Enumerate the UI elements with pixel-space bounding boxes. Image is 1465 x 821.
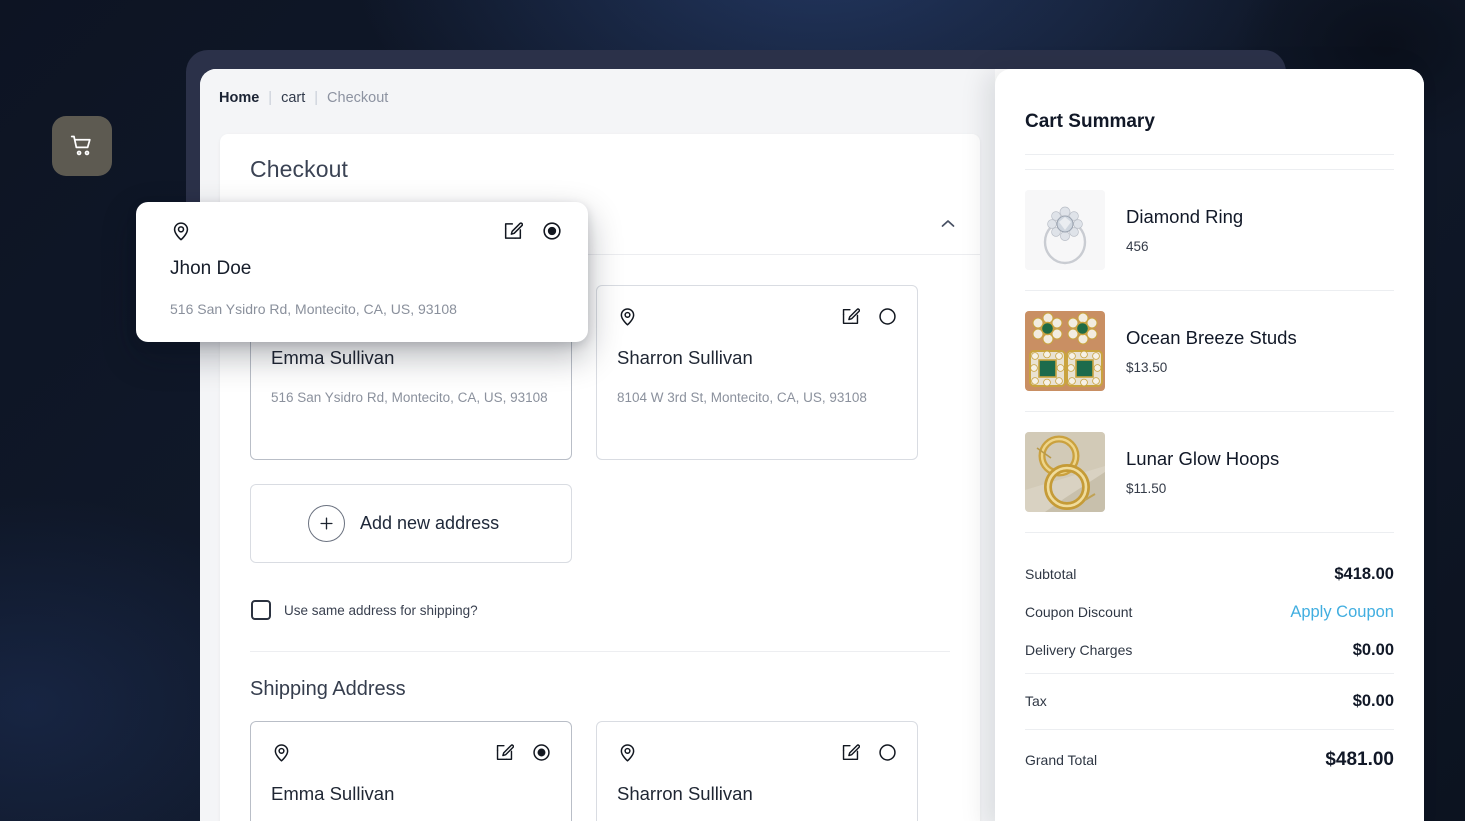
address-card[interactable]: Sharron Sullivan 8104 W 3rd St, Montecit… (596, 721, 918, 821)
floating-address-line: 516 San Ysidro Rd, Montecito, CA, US, 93… (170, 301, 457, 317)
ocean-breeze-studs-photo (1025, 311, 1105, 391)
tax-value: $0.00 (1352, 692, 1394, 710)
address-card-header (617, 306, 897, 327)
diamond-ring-photo (1025, 190, 1105, 270)
cart-summary-panel: Cart Summary Diamond Ring 456 Ocean Bree… (995, 69, 1424, 821)
cart-summary-title: Cart Summary (1025, 111, 1155, 132)
address-card-address: 8104 W 3rd St, Montecito, CA, US, 93108 (617, 390, 867, 405)
edit-square-icon[interactable] (495, 743, 514, 762)
cart-item-thumbnail (1025, 190, 1105, 270)
cart-item-thumbnail (1025, 432, 1105, 512)
tax-row: Tax $0.00 (1025, 674, 1394, 729)
radio-button-icon[interactable] (878, 743, 897, 762)
edit-square-icon[interactable] (841, 743, 860, 762)
floating-address-name: Jhon Doe (170, 258, 252, 279)
address-card-actions (495, 743, 551, 762)
address-card-address: 516 San Ysidro Rd, Montecito, CA, US, 93… (271, 390, 548, 405)
cart-item-info: Ocean Breeze Studs $13.50 (1126, 327, 1297, 375)
apply-coupon-link[interactable]: Apply Coupon (1290, 603, 1394, 622)
breadcrumb: Home | cart | Checkout (200, 69, 995, 106)
map-pin-icon (620, 744, 635, 762)
chevron-up-icon[interactable] (941, 219, 955, 228)
cart-item-price: $13.50 (1126, 360, 1168, 375)
address-card-name: Emma Sullivan (271, 347, 395, 368)
cart-item-name: Diamond Ring (1126, 206, 1244, 227)
address-card-header (617, 742, 897, 763)
plus-icon (320, 517, 333, 530)
grand-total-value: $481.00 (1325, 749, 1394, 770)
address-card-name: Sharron Sullivan (617, 783, 753, 804)
shipping-address-list: Emma Sullivan 516 San Ysidro Rd, Monteci… (220, 701, 980, 821)
address-card-name: Sharron Sullivan (617, 347, 753, 368)
breadcrumb-current: Checkout (327, 90, 389, 106)
delivery-row: Delivery Charges $0.00 (1025, 635, 1394, 673)
use-same-address-checkbox[interactable] (251, 600, 271, 620)
cart-item[interactable]: Diamond Ring 456 (1025, 170, 1394, 291)
radio-button-selected-icon[interactable] (542, 221, 562, 241)
add-new-address-label: Add new address (360, 513, 500, 533)
floating-address-actions (503, 221, 562, 241)
edit-square-icon[interactable] (503, 221, 523, 241)
cart-item-info: Diamond Ring 456 (1126, 206, 1243, 254)
floating-address-card[interactable]: Jhon Doe 516 San Ysidro Rd, Montecito, C… (136, 202, 588, 342)
breadcrumb-home[interactable]: Home (219, 90, 259, 106)
radio-button-icon[interactable] (878, 307, 897, 326)
subtotal-value: $418.00 (1334, 565, 1394, 583)
checkout-pane: Home | cart | Checkout Checkout Emma Sul… (200, 69, 995, 821)
cart-item-name: Lunar Glow Hoops (1126, 448, 1280, 469)
use-same-address-label: Use same address for shipping? (284, 602, 478, 618)
address-card[interactable]: Emma Sullivan 516 San Ysidro Rd, Monteci… (250, 721, 572, 821)
tax-label: Tax (1025, 693, 1047, 709)
cart-item[interactable]: Ocean Breeze Studs $13.50 (1025, 291, 1394, 412)
cart-item-price: 456 (1126, 239, 1149, 254)
floating-address-header (170, 220, 562, 242)
plus-icon-circle (308, 505, 345, 542)
coupon-label: Coupon Discount (1025, 604, 1133, 620)
breadcrumb-cart[interactable]: cart (281, 90, 305, 106)
edit-square-icon[interactable] (841, 307, 860, 326)
address-card-header (271, 742, 551, 763)
cart-totals: Subtotal $418.00 Coupon Discount Apply C… (1025, 533, 1394, 784)
cart-item[interactable]: Lunar Glow Hoops $11.50 (1025, 412, 1394, 533)
delivery-label: Delivery Charges (1025, 642, 1133, 658)
subtotal-label: Subtotal (1025, 566, 1077, 582)
grand-total-row: Grand Total $481.00 (1025, 730, 1394, 784)
address-card-name: Emma Sullivan (271, 783, 395, 804)
shipping-section-title: Shipping Address (250, 678, 406, 700)
cart-item-info: Lunar Glow Hoops $11.50 (1126, 448, 1279, 496)
lunar-glow-hoops-photo (1025, 432, 1105, 512)
cart-item-name: Ocean Breeze Studs (1126, 327, 1297, 348)
address-card-actions (841, 307, 897, 326)
radio-button-selected-icon[interactable] (532, 743, 551, 762)
add-new-address-button[interactable]: Add new address (250, 484, 572, 563)
use-same-address-row[interactable]: Use same address for shipping? (251, 600, 980, 620)
shopping-cart-icon (70, 135, 91, 156)
coupon-row: Coupon Discount Apply Coupon (1025, 597, 1394, 635)
map-pin-icon (274, 744, 289, 762)
breadcrumb-separator: | (268, 90, 273, 106)
page-title: Checkout (250, 156, 348, 182)
map-pin-icon (173, 222, 189, 241)
cart-item-price: $11.50 (1126, 481, 1167, 496)
delivery-value: $0.00 (1352, 641, 1394, 659)
address-card-actions (841, 743, 897, 762)
breadcrumb-separator: | (314, 90, 319, 106)
address-card[interactable]: Sharron Sullivan 8104 W 3rd St, Montecit… (596, 285, 918, 460)
map-pin-icon (620, 308, 635, 326)
cart-launcher-button[interactable] (52, 116, 112, 176)
cart-item-thumbnail (1025, 311, 1105, 391)
grand-total-label: Grand Total (1025, 752, 1098, 768)
subtotal-row: Subtotal $418.00 (1025, 559, 1394, 597)
